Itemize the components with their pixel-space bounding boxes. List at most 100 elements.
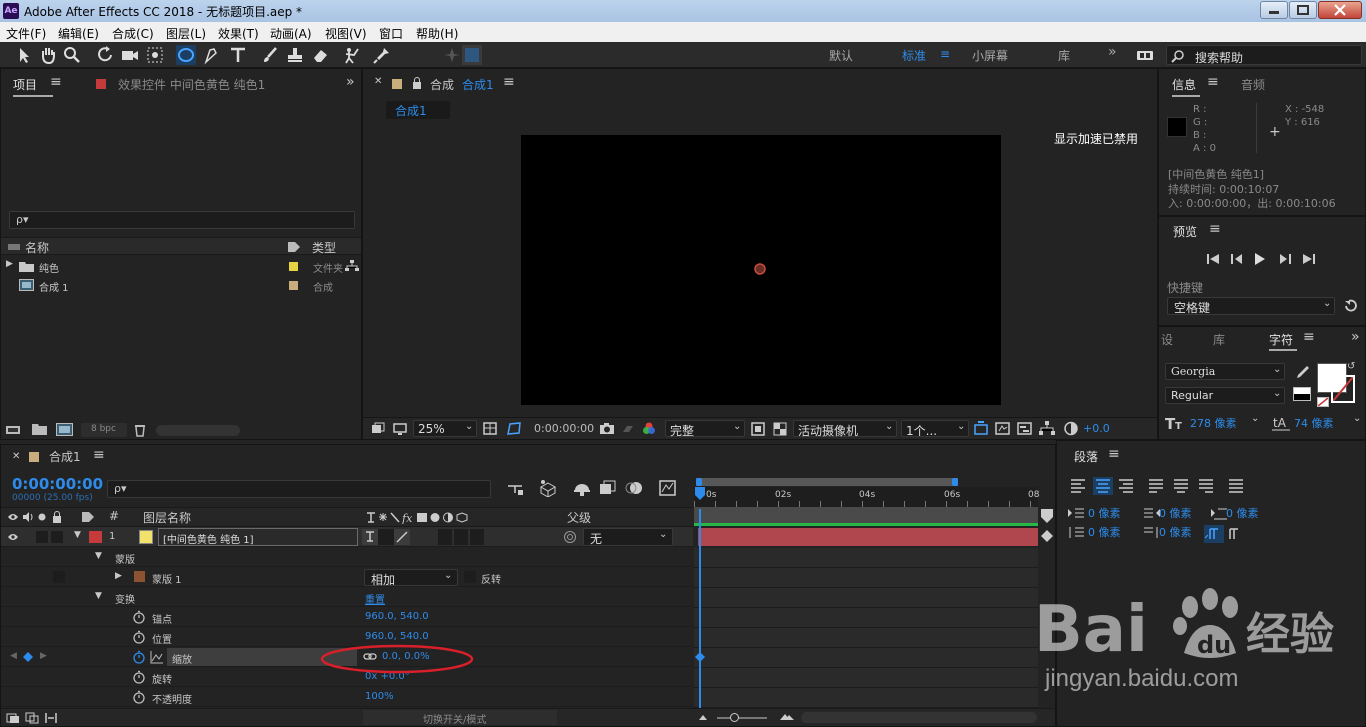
- comp-tab-label[interactable]: 合成: [430, 76, 454, 93]
- workspace-small-screen[interactable]: 小屏幕: [972, 47, 1008, 64]
- panel-overflow-icon[interactable]: »: [346, 74, 355, 90]
- tab-audio[interactable]: 音频: [1241, 76, 1265, 93]
- timeline-menu-icon[interactable]: ≡: [93, 447, 105, 463]
- snapping-icon[interactable]: [462, 45, 482, 65]
- label-tag-icon[interactable]: [287, 241, 301, 253]
- workspace-default[interactable]: 默认: [829, 47, 853, 64]
- play-icon[interactable]: [1254, 253, 1266, 265]
- label-color-swatch[interactable]: [289, 281, 298, 290]
- alignment-buttons[interactable]: [1069, 477, 1313, 495]
- mask-lock-toggle[interactable]: [53, 571, 65, 583]
- expand-arrow-icon[interactable]: ▶: [6, 259, 13, 269]
- work-area-end-handle[interactable]: [952, 478, 958, 486]
- timeline-search-input[interactable]: ρ▾: [107, 480, 491, 498]
- always-preview-icon[interactable]: [371, 422, 385, 436]
- collapse-arrow-icon[interactable]: ▼: [95, 591, 102, 601]
- solo-dot-icon[interactable]: [38, 513, 46, 521]
- menu-effect[interactable]: 效果(T): [218, 25, 259, 42]
- panel-overflow-icon[interactable]: »: [1351, 329, 1360, 345]
- stopwatch-icon[interactable]: [132, 670, 146, 684]
- keyframe-icon[interactable]: [695, 652, 705, 662]
- playhead-icon[interactable]: [694, 487, 706, 501]
- show-snapshot-icon[interactable]: [621, 422, 635, 436]
- layer-row[interactable]: ▼ 1 [中间色黄色 纯色 1] 无 ⌄: [1, 527, 693, 547]
- blend-switch[interactable]: [438, 529, 452, 545]
- menu-file[interactable]: 文件(F): [6, 25, 46, 42]
- tab-effect-controls[interactable]: 效果控件 中间色黄色 纯色1: [118, 76, 265, 93]
- project-menu-icon[interactable]: ≡: [50, 74, 62, 90]
- time-graph[interactable]: 0s 02s 04s 06s 08: [694, 475, 1040, 708]
- menu-edit[interactable]: 编辑(E): [58, 25, 99, 42]
- indent-right-value[interactable]: 0 像素: [1159, 505, 1192, 521]
- in-out-toggle-icon[interactable]: [44, 712, 58, 724]
- zoom-out-icon[interactable]: [698, 713, 708, 721]
- trash-icon[interactable]: [134, 423, 146, 437]
- layer-label-color[interactable]: [89, 531, 102, 543]
- project-search-input[interactable]: ρ▾: [9, 211, 355, 229]
- tab-info[interactable]: 信息: [1172, 76, 1196, 93]
- space-after-value[interactable]: 0 像素: [1159, 524, 1192, 540]
- pen-tool-icon[interactable]: [202, 45, 222, 65]
- eraser-tool-icon[interactable]: [310, 45, 330, 65]
- property-value[interactable]: 960.0, 540.0: [365, 611, 429, 622]
- work-area-bar[interactable]: [696, 478, 958, 486]
- work-area-start-handle[interactable]: [696, 478, 702, 486]
- resolution-dropdown[interactable]: 完整 ⌄: [665, 420, 745, 438]
- text-direction-buttons[interactable]: [1204, 525, 1244, 543]
- swap-colors-icon[interactable]: ↺: [1347, 361, 1355, 372]
- preview-menu-icon[interactable]: ≡: [1209, 221, 1221, 237]
- toggle-switches-modes-button[interactable]: 切换开关/模式: [363, 710, 557, 726]
- close-button[interactable]: [1318, 1, 1362, 19]
- camera-tool-icon[interactable]: [120, 45, 140, 65]
- first-frame-icon[interactable]: [1206, 253, 1220, 265]
- comp-flowchart-icon[interactable]: [1039, 421, 1055, 436]
- help-search-field[interactable]: 搜索帮助: [1166, 45, 1362, 65]
- timeline-current-time[interactable]: 0:00:00:00: [12, 475, 103, 493]
- indent-left-value[interactable]: 0 像素: [1088, 505, 1121, 521]
- prev-keyframe-icon[interactable]: ◀: [10, 651, 17, 661]
- add-keyframe-icon[interactable]: [23, 652, 33, 662]
- eyedropper-icon[interactable]: [1293, 364, 1311, 382]
- brush-tool-icon[interactable]: [260, 45, 280, 65]
- sync-settings-icon[interactable]: [1135, 45, 1155, 65]
- font-family-dropdown[interactable]: Georgia ⌄: [1165, 363, 1285, 380]
- collapse-arrow-icon[interactable]: ▼: [74, 530, 81, 540]
- interpret-footage-icon[interactable]: [6, 424, 22, 436]
- collapse-arrow-icon[interactable]: ▼: [95, 551, 102, 561]
- viewer-timecode[interactable]: 0:00:00:00: [534, 422, 594, 435]
- info-menu-icon[interactable]: ≡: [1207, 74, 1219, 90]
- font-size-value[interactable]: 278 像素: [1190, 415, 1237, 431]
- project-item-folder[interactable]: ▶ 纯色 文件夹: [1, 257, 361, 275]
- shy-switch[interactable]: [362, 529, 378, 545]
- hand-tool-icon[interactable]: [38, 45, 58, 65]
- leading-value[interactable]: 74 像素: [1294, 415, 1334, 431]
- selection-tool-icon[interactable]: [14, 45, 34, 65]
- label-color-swatch[interactable]: [289, 262, 298, 271]
- parent-dropdown[interactable]: 无 ⌄: [583, 528, 673, 546]
- frame-blending-icon[interactable]: [599, 480, 617, 496]
- layer-switches-icons[interactable]: fx: [365, 511, 475, 524]
- transparency-grid-icon[interactable]: [773, 422, 787, 436]
- comp-canvas[interactable]: [521, 135, 1001, 405]
- time-ruler[interactable]: 0s 02s 04s 06s 08: [694, 487, 1039, 507]
- reset-icon[interactable]: [1343, 299, 1359, 313]
- comp-mini-flowchart-icon[interactable]: [506, 481, 524, 497]
- comp-subtab[interactable]: 合成1: [386, 101, 450, 119]
- layer-duration-bar[interactable]: [698, 528, 1038, 546]
- quality-switch[interactable]: [394, 529, 410, 545]
- stopwatch-icon[interactable]: [132, 610, 146, 624]
- snapshot-camera-icon[interactable]: [599, 422, 615, 435]
- grid-guides-icon[interactable]: [483, 422, 499, 436]
- chevron-down-icon[interactable]: ⌄: [1251, 413, 1259, 424]
- lock-toggle[interactable]: [51, 531, 63, 543]
- menu-window[interactable]: 窗口: [379, 25, 403, 42]
- puppet-tool-icon[interactable]: [372, 45, 392, 65]
- property-row[interactable]: 不透明度 100%: [1, 687, 693, 707]
- menu-help[interactable]: 帮助(H): [416, 25, 458, 42]
- new-folder-icon[interactable]: [32, 423, 48, 436]
- space-before-value[interactable]: 0 像素: [1088, 524, 1121, 540]
- channel-rgb-icon[interactable]: [642, 421, 656, 436]
- expand-arrow-icon[interactable]: ▶: [115, 571, 122, 581]
- camera-dropdown[interactable]: 活动摄像机 ⌄: [793, 420, 897, 438]
- zoom-dropdown[interactable]: 25% ⌄: [413, 420, 477, 437]
